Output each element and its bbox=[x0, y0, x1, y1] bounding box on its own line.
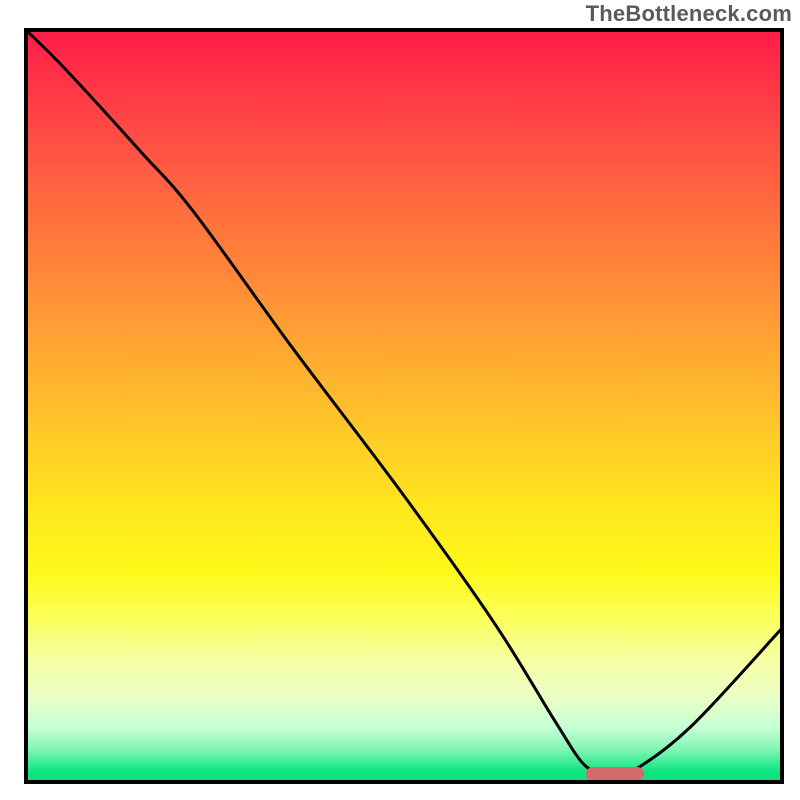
bottleneck-curve bbox=[28, 32, 780, 780]
plot-frame bbox=[24, 28, 784, 784]
watermark-text: TheBottleneck.com bbox=[586, 1, 792, 27]
optimal-marker bbox=[586, 767, 644, 781]
